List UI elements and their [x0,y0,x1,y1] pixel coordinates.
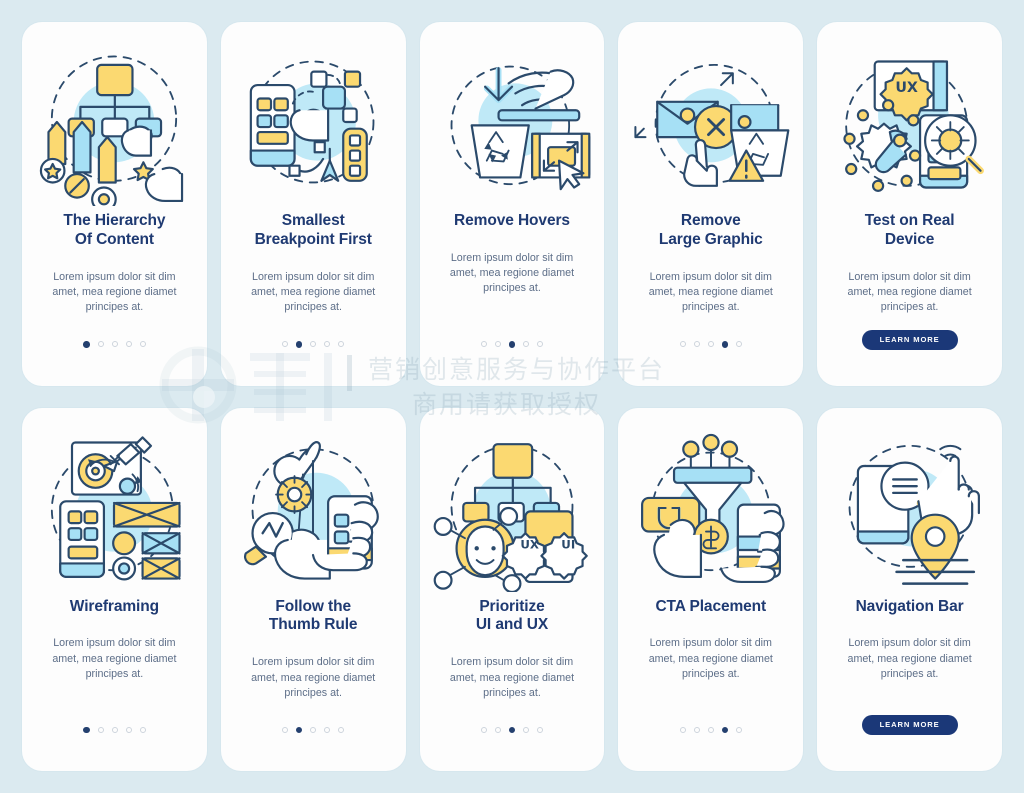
onboarding-card-test-on-real-device[interactable]: UX Test on Real Device Lorem ipsum dolor s… [817,22,1002,386]
onboarding-card-navigation-bar[interactable]: Navigation Bar Lorem ipsum dolor sit dim … [817,407,1002,771]
prioritize-ui-and-ux-illustration: UX UI [433,442,588,592]
card-title: Follow the Thumb Rule [268,597,358,634]
onboarding-card-cta-placement[interactable]: CTA Placement Lorem ipsum dolor sit dim a… [618,407,804,771]
card-body-text: Lorem ipsum dolor sit dim amet, mea regi… [648,637,773,680]
card-title: Remove Large Graphic [658,212,763,248]
pagination-dot[interactable] [125,341,132,348]
pagination-dot[interactable] [281,726,288,733]
card-body-text: Lorem ipsum dolor sit dim amet, mea regi… [251,656,376,699]
pagination-dot[interactable] [537,726,544,733]
pagination-dot[interactable] [97,726,104,733]
navigation-bar-illustration [848,444,980,585]
card-title: Wireframing [69,597,159,615]
card-body-text: Lorem ipsum dolor sit dim amet, mea regi… [52,637,177,680]
pagination-dots[interactable] [83,726,146,733]
pagination-dot[interactable] [707,341,714,348]
pagination-dot[interactable] [523,726,530,733]
learn-more-button[interactable]: LEARN MORE [861,329,958,350]
pagination-dots[interactable] [83,341,146,348]
pagination-dot[interactable] [111,726,118,733]
card-title: Remove Hovers [454,212,570,229]
pagination-dot[interactable] [494,341,501,348]
follow-the-thumb-rule-illustration [244,440,379,580]
pagination-dots[interactable] [480,726,544,733]
hierarchy-of-content-illustration [40,55,184,206]
pagination-dot[interactable] [480,726,487,733]
card-body-text: Lorem ipsum dolor sit dim amet, mea regi… [847,270,972,314]
svg-text:UX: UX [895,80,918,96]
card-title: Smallest Breakpoint First [254,212,372,248]
test-on-real-device-illustration: UX [842,60,984,192]
pagination-dot[interactable] [338,341,345,348]
pagination-dot[interactable] [338,726,345,733]
svg-text:UX: UX [520,537,539,551]
pagination-dot-active[interactable] [508,341,516,348]
pagination-dot[interactable] [693,341,700,348]
learn-more-button[interactable]: LEARN MORE [861,715,958,735]
pagination-dot[interactable] [679,341,686,348]
onboarding-card-remove-hovers[interactable]: Remove Hovers Lorem ipsum dolor sit dim a… [419,22,605,386]
card-body-text: Lorem ipsum dolor sit dim amet, mea regi… [648,270,773,314]
pagination-dot[interactable] [139,341,146,348]
pagination-dot[interactable] [324,726,331,733]
pagination-dot-active[interactable] [83,726,90,733]
pagination-dots[interactable] [679,341,743,348]
pagination-dot[interactable] [480,341,487,348]
pagination-dot[interactable] [324,341,331,348]
card-body-text: Lorem ipsum dolor sit dim amet, mea regi… [449,251,575,295]
card-body-text: Lorem ipsum dolor sit dim amet, mea regi… [52,270,177,314]
pagination-dot[interactable] [111,341,118,348]
onboarding-card-prioritize-ui-and-ux[interactable]: UX UI Prioritize UI and UX Lorem ipsum dolo… [419,407,605,771]
pagination-dot[interactable] [707,726,714,733]
pagination-dot[interactable] [736,726,743,733]
onboarding-card-the-hierarchy-of-content[interactable]: The Hierarchy Of Content Lorem ipsum dolo… [22,22,207,386]
card-title: Prioritize UI and UX [475,597,549,634]
card-body-text: Lorem ipsum dolor sit dim amet, mea regi… [449,656,575,699]
pagination-dot[interactable] [693,726,700,733]
onboarding-card-wireframing[interactable]: Wireframing Lorem ipsum dolor sit dim ame… [22,407,207,771]
onboarding-card-follow-the-thumb-rule[interactable]: Follow the Thumb Rule Lorem ipsum dolor s… [220,407,406,771]
pagination-dot[interactable] [125,726,132,733]
remove-large-graphic-illustration [634,63,790,187]
pagination-dot-active[interactable] [508,726,516,733]
pagination-dots[interactable] [480,341,544,348]
svg-text:UI: UI [561,537,575,551]
pagination-dot[interactable] [736,341,743,348]
pagination-dot-active[interactable] [295,726,303,733]
cta-placement-illustration [640,433,785,583]
card-body-text: Lorem ipsum dolor sit dim amet, mea regi… [847,637,972,680]
pagination-dot-active[interactable] [721,726,729,733]
pagination-dots[interactable] [281,726,345,733]
card-title: Test on Real Device [864,212,955,248]
onboarding-screen-grid: The Hierarchy Of Content Lorem ipsum dolo… [0,0,1024,793]
remove-hovers-illustration [450,65,591,191]
pagination-dot[interactable] [310,726,317,733]
card-body-text: Lorem ipsum dolor sit dim amet, mea regi… [251,270,376,314]
pagination-dot-active[interactable] [721,341,729,348]
card-title: CTA Placement [655,597,767,615]
pagination-dot[interactable] [310,341,317,348]
pagination-dot[interactable] [139,726,146,733]
pagination-dots[interactable] [281,341,345,348]
onboarding-card-smallest-breakpoint-first[interactable]: Smallest Breakpoint First Lorem ipsum dol… [220,22,406,386]
pagination-dot-active[interactable] [83,341,90,348]
smallest-breakpoint-first-illustration [249,60,375,184]
pagination-dot[interactable] [281,341,288,348]
pagination-dot[interactable] [537,341,544,348]
pagination-dots[interactable] [679,726,743,733]
pagination-dot-active[interactable] [295,341,303,348]
pagination-dot[interactable] [679,726,686,733]
card-title: The Hierarchy Of Content [63,212,166,248]
card-title: Navigation Bar [855,597,964,615]
pagination-dot[interactable] [494,726,501,733]
pagination-dot[interactable] [97,341,104,348]
wireframing-illustration [51,435,182,580]
pagination-dot[interactable] [523,341,530,348]
onboarding-card-remove-large-graphic[interactable]: Remove Large Graphic Lorem ipsum dolor si… [618,22,804,386]
